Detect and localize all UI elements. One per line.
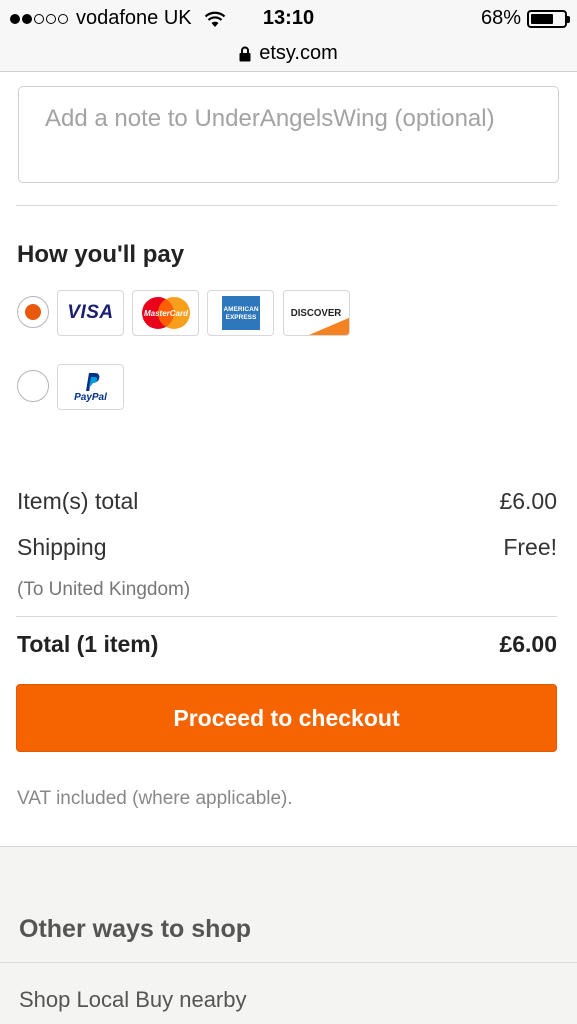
visa-card-icon: VISA [57,290,124,336]
visa-label: VISA [67,302,114,323]
seller-note-box[interactable] [18,86,559,183]
order-total-label: Total (1 item) [17,631,159,657]
vat-note: VAT included (where applicable). [17,788,293,809]
items-total-label: Item(s) total [17,488,139,514]
battery-icon [527,9,570,28]
url-bar[interactable]: etsy.com [0,36,577,72]
battery-percentage: 68% [480,7,521,29]
other-ways-heading: Other ways to shop [19,915,251,943]
shipping-destination: (To United Kingdom) [17,579,191,600]
amex-label-line1: AMERICAN [223,306,258,313]
amex-logo: AMERICAN EXPRESS [221,296,260,330]
other-ways-divider [0,962,577,963]
url-domain: etsy.com [259,42,338,64]
paypal-icon: PayPal [57,364,124,410]
other-ways-section: Other ways to shop Shop Local Buy nearby [0,846,577,1024]
order-total-value: £6.00 [499,631,557,657]
discover-label: DISCOVER [291,308,342,319]
discover-card-icon: DISCOVER [283,290,350,336]
discover-logo: DISCOVER [291,308,349,335]
status-right: 68% [480,7,570,30]
card-payment-radio[interactable] [17,296,49,328]
lock-icon [239,46,251,61]
paypal-label: PayPal [74,391,107,403]
mastercard-card-icon: MasterCard [132,290,199,336]
amex-card-icon: AMERICAN EXPRESS [207,290,274,336]
paypal-p-icon [85,372,99,391]
proceed-to-checkout-button[interactable]: Proceed to checkout [16,684,557,752]
section-divider [16,205,557,206]
status-bar: vodafone UK 13:10 68% [0,0,577,36]
shipping-label: Shipping [17,534,107,560]
total-divider [16,616,557,617]
battery-fill [531,13,553,24]
seller-note-input[interactable] [19,87,558,182]
shop-local-link[interactable]: Shop Local Buy nearby [19,987,247,1013]
amex-label-line2: EXPRESS [225,314,256,321]
mastercard-logo: MasterCard [141,297,190,329]
mastercard-label: MasterCard [143,309,188,318]
items-total-value: £6.00 [499,488,557,514]
shipping-value: Free! [503,534,557,560]
paypal-payment-radio[interactable] [17,370,49,402]
payment-heading: How you'll pay [17,241,185,268]
